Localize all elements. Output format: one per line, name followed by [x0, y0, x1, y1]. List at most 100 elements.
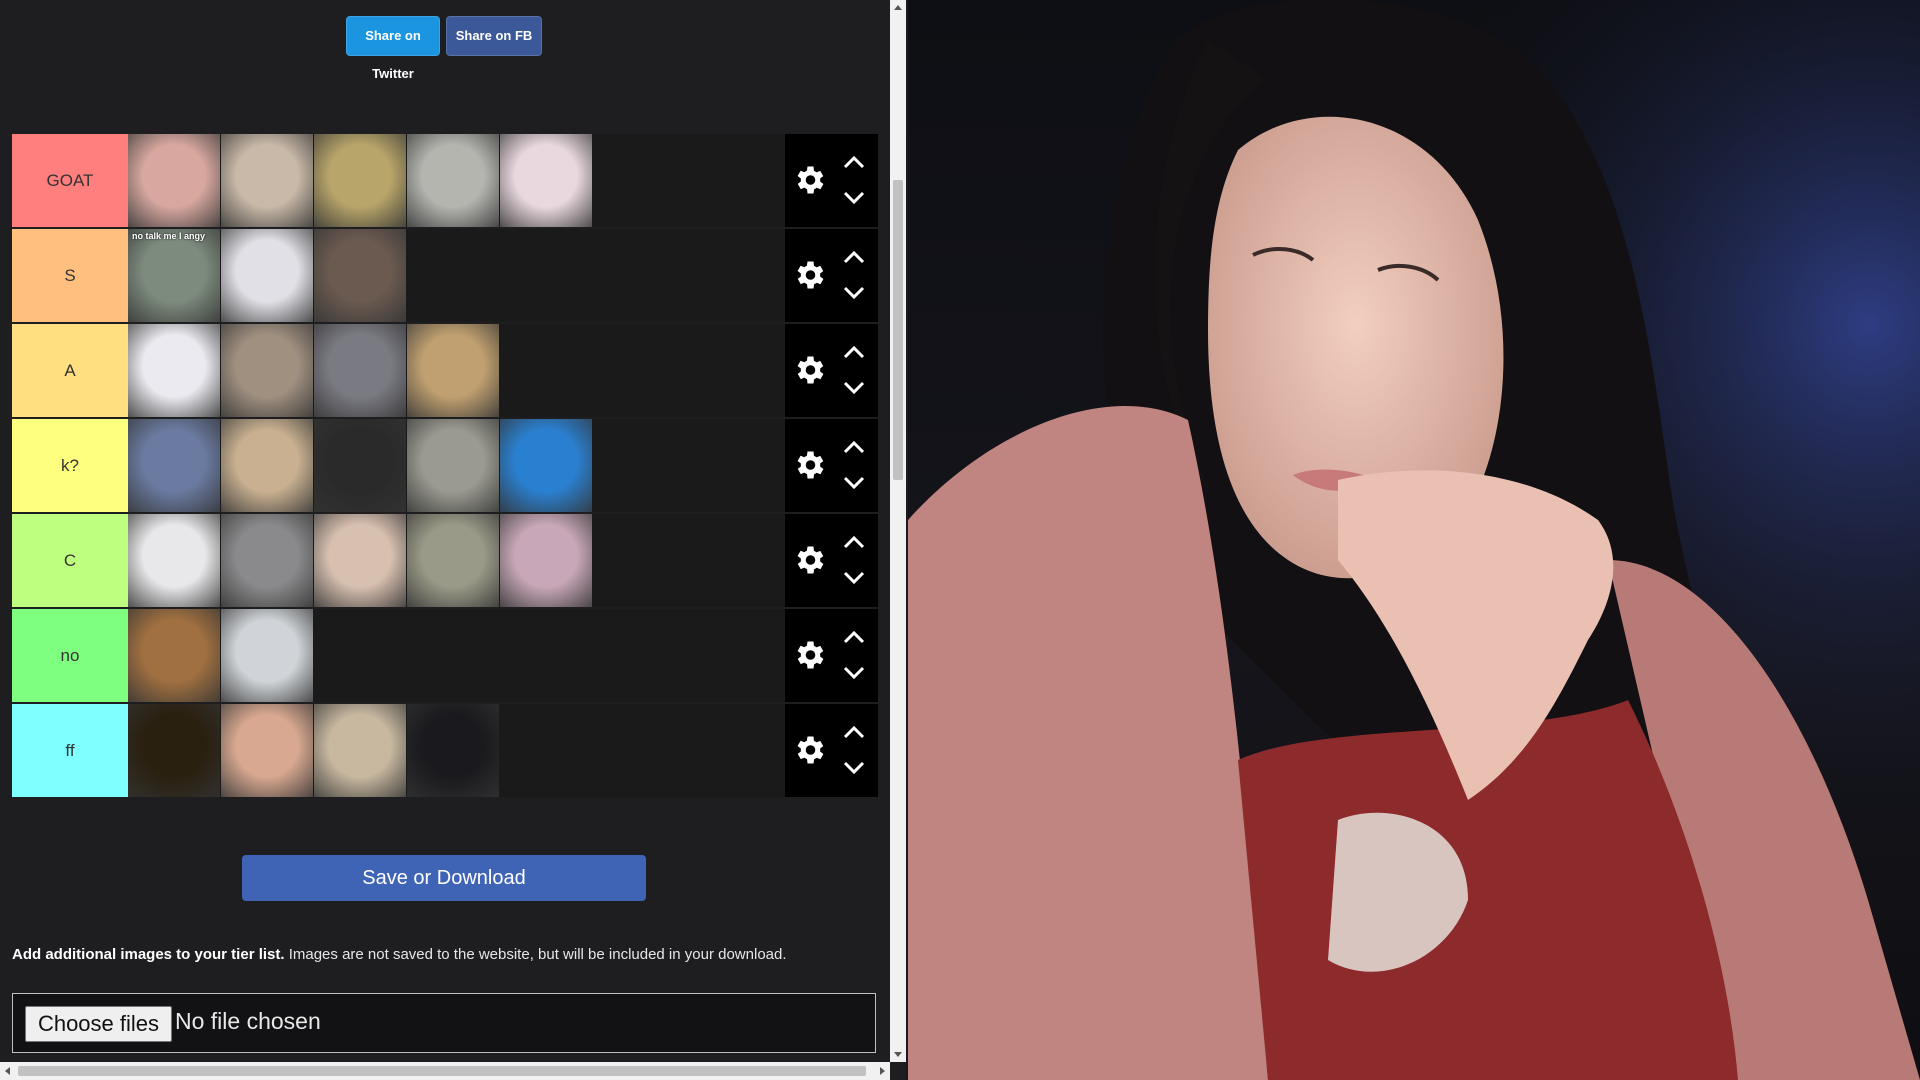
gear-icon[interactable] [791, 162, 827, 198]
gear-icon[interactable] [791, 732, 827, 768]
save-download-button[interactable]: Save or Download [242, 855, 646, 901]
tier-item-image[interactable] [500, 419, 592, 512]
tier-item-image[interactable] [314, 514, 406, 607]
chevron-up-icon[interactable] [841, 534, 867, 550]
horizontal-scroll-thumb[interactable] [18, 1066, 866, 1076]
tier-item-image[interactable] [221, 229, 313, 322]
webcam-feed [908, 0, 1920, 1080]
tier-item-image[interactable] [314, 324, 406, 417]
chevron-up-icon[interactable] [841, 154, 867, 170]
tier-items[interactable] [128, 704, 785, 797]
file-input[interactable]: Choose files No file chosen [12, 993, 876, 1053]
tier-list: GOAT Sno talk me I angy Ak? Cno ff [12, 134, 878, 799]
tier-label[interactable]: ff [12, 704, 128, 797]
chevron-up-icon[interactable] [841, 629, 867, 645]
tier-item-image[interactable] [407, 704, 499, 797]
tier-item-image[interactable] [314, 419, 406, 512]
chevron-down-icon[interactable] [841, 570, 867, 586]
horizontal-scrollbar[interactable] [0, 1062, 890, 1080]
chevron-down-icon[interactable] [841, 665, 867, 681]
tier-items[interactable] [128, 609, 785, 702]
gear-icon[interactable] [791, 257, 827, 293]
tier-item-image[interactable] [128, 704, 220, 797]
scroll-right-arrow-icon[interactable] [874, 1062, 890, 1080]
tile-caption: no talk me I angy [132, 231, 206, 241]
webcam-image [908, 0, 1920, 1080]
tier-row: A [12, 324, 878, 417]
vertical-scroll-thumb[interactable] [893, 180, 903, 480]
tier-item-image[interactable] [314, 229, 406, 322]
scroll-up-arrow-icon[interactable] [890, 0, 906, 16]
tier-item-image[interactable] [128, 419, 220, 512]
tier-row: GOAT [12, 134, 878, 227]
scroll-down-arrow-icon[interactable] [890, 1046, 906, 1062]
tier-row: no [12, 609, 878, 702]
gear-icon[interactable] [791, 352, 827, 388]
tier-row: ff [12, 704, 878, 797]
tier-item-image[interactable] [500, 134, 592, 227]
gear-icon[interactable] [791, 542, 827, 578]
gear-icon[interactable] [791, 637, 827, 673]
chevron-down-icon[interactable] [841, 760, 867, 776]
tier-items[interactable] [128, 419, 785, 512]
tier-item-image[interactable] [407, 514, 499, 607]
tier-label[interactable]: no [12, 609, 128, 702]
share-twitter-button[interactable]: Share on Twitter [346, 16, 440, 81]
file-status: No file chosen [175, 1008, 321, 1034]
tier-item-image[interactable]: no talk me I angy [128, 229, 220, 322]
tier-controls [785, 134, 878, 227]
tier-item-image[interactable] [407, 419, 499, 512]
help-text: Add additional images to your tier list.… [12, 946, 892, 963]
chevron-down-icon[interactable] [841, 380, 867, 396]
tier-row: C [12, 514, 878, 607]
chevron-up-icon[interactable] [841, 724, 867, 740]
tier-item-image[interactable] [314, 134, 406, 227]
browser-viewport: Share on Twitter Share on FB GOAT Sno tal… [0, 0, 906, 1080]
tier-row: k? [12, 419, 878, 512]
tier-controls [785, 419, 878, 512]
chevron-up-icon[interactable] [841, 439, 867, 455]
tier-items[interactable]: no talk me I angy [128, 229, 785, 322]
tier-controls [785, 514, 878, 607]
tier-row: Sno talk me I angy [12, 229, 878, 322]
tier-item-image[interactable] [407, 324, 499, 417]
tier-item-image[interactable] [314, 704, 406, 797]
vertical-scrollbar[interactable] [890, 0, 906, 1062]
chevron-down-icon[interactable] [841, 190, 867, 206]
tier-controls [785, 324, 878, 417]
tier-items[interactable] [128, 324, 785, 417]
tier-item-image[interactable] [221, 704, 313, 797]
tier-label[interactable]: A [12, 324, 128, 417]
tier-item-image[interactable] [128, 324, 220, 417]
tier-label[interactable]: k? [12, 419, 128, 512]
tier-item-image[interactable] [500, 514, 592, 607]
tier-item-image[interactable] [128, 609, 220, 702]
tier-item-image[interactable] [221, 324, 313, 417]
tier-controls [785, 609, 878, 702]
chevron-down-icon[interactable] [841, 475, 867, 491]
chevron-up-icon[interactable] [841, 249, 867, 265]
tier-items[interactable] [128, 514, 785, 607]
share-row: Share on Twitter Share on FB [0, 16, 888, 81]
chevron-down-icon[interactable] [841, 285, 867, 301]
tier-item-image[interactable] [221, 514, 313, 607]
tier-label[interactable]: S [12, 229, 128, 322]
scroll-left-arrow-icon[interactable] [0, 1062, 16, 1080]
tier-item-image[interactable] [407, 134, 499, 227]
tier-item-image[interactable] [221, 419, 313, 512]
tier-items[interactable] [128, 134, 785, 227]
tier-item-image[interactable] [128, 514, 220, 607]
tier-item-image[interactable] [221, 134, 313, 227]
tier-item-image[interactable] [128, 134, 220, 227]
tier-item-image[interactable] [221, 609, 313, 702]
tier-label[interactable]: GOAT [12, 134, 128, 227]
help-text-rest: Images are not saved to the website, but… [284, 946, 787, 963]
gear-icon[interactable] [791, 447, 827, 483]
help-text-bold: Add additional images to your tier list. [12, 946, 285, 963]
tier-controls [785, 229, 878, 322]
tier-controls [785, 704, 878, 797]
share-facebook-button[interactable]: Share on FB [446, 16, 542, 56]
choose-files-button[interactable]: Choose files [25, 1006, 172, 1042]
tier-label[interactable]: C [12, 514, 128, 607]
chevron-up-icon[interactable] [841, 344, 867, 360]
